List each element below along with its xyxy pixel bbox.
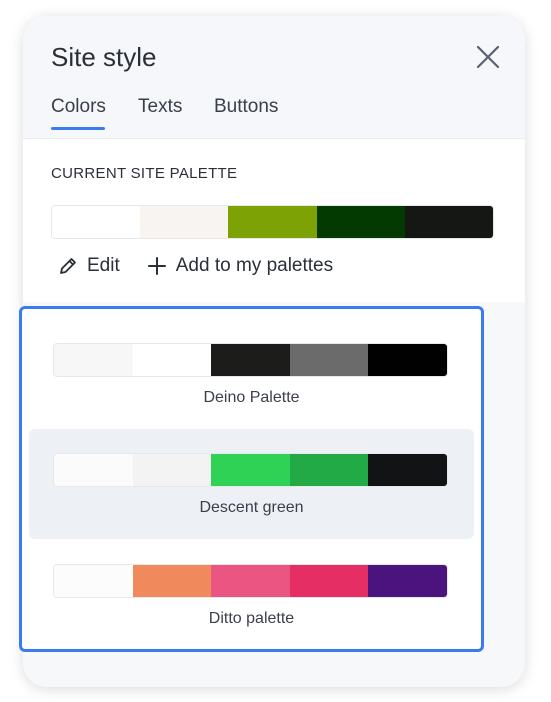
- panel-header: Site style Colors Texts Buttons: [23, 16, 525, 138]
- color-swatch-3: [211, 454, 290, 486]
- color-swatch-1: [54, 344, 133, 376]
- tab-texts[interactable]: Texts: [138, 96, 182, 118]
- palette-list: Deino Palette Descent green Ditto palett…: [19, 306, 484, 652]
- section-label: CURRENT SITE PALETTE: [51, 165, 238, 182]
- color-swatch-3: [228, 206, 317, 238]
- color-swatch-2: [132, 565, 212, 597]
- color-swatch-4: [289, 344, 369, 376]
- palette-name: Descent green: [199, 499, 304, 516]
- palette-item-descent-green[interactable]: Descent green: [29, 429, 474, 539]
- edit-label: Edit: [87, 255, 120, 276]
- edit-button[interactable]: Edit: [57, 255, 120, 277]
- palette-swatches: [53, 343, 448, 377]
- color-swatch-4: [289, 454, 369, 486]
- palette-swatches: [53, 564, 448, 598]
- add-label: Add to my palettes: [175, 255, 334, 276]
- palette-name: Deino Palette: [203, 389, 300, 406]
- color-swatch-1: [54, 565, 133, 597]
- add-to-palettes-button[interactable]: Add to my palettes: [146, 255, 333, 277]
- color-swatch-4: [316, 206, 405, 238]
- palette-item-ditto[interactable]: Ditto palette: [29, 540, 474, 650]
- color-swatch-5: [368, 344, 447, 376]
- palette-actions: Edit Add to my palettes: [57, 255, 359, 277]
- palette-name: Ditto palette: [208, 610, 295, 627]
- color-swatch-2: [132, 454, 212, 486]
- palette-swatches: [53, 453, 448, 487]
- color-swatch-5: [368, 454, 447, 486]
- color-swatch-3: [211, 565, 290, 597]
- color-swatch-3: [211, 344, 290, 376]
- close-icon[interactable]: [473, 42, 503, 72]
- color-swatch-1: [52, 206, 141, 238]
- panel-title: Site style: [51, 42, 157, 72]
- tab-colors[interactable]: Colors: [51, 96, 106, 130]
- color-swatch-5: [368, 565, 447, 597]
- tab-buttons[interactable]: Buttons: [214, 96, 278, 118]
- current-palette-swatches: [51, 205, 494, 239]
- palette-item-deino[interactable]: Deino Palette: [29, 319, 474, 429]
- color-swatch-5: [404, 206, 493, 238]
- color-swatch-2: [140, 206, 229, 238]
- plus-icon: [147, 257, 166, 275]
- color-swatch-1: [54, 454, 133, 486]
- color-swatch-4: [289, 565, 369, 597]
- current-palette-section: CURRENT SITE PALETTE Edit Add to my pale…: [23, 138, 525, 302]
- color-swatch-2: [132, 344, 212, 376]
- pencil-icon: [60, 258, 76, 274]
